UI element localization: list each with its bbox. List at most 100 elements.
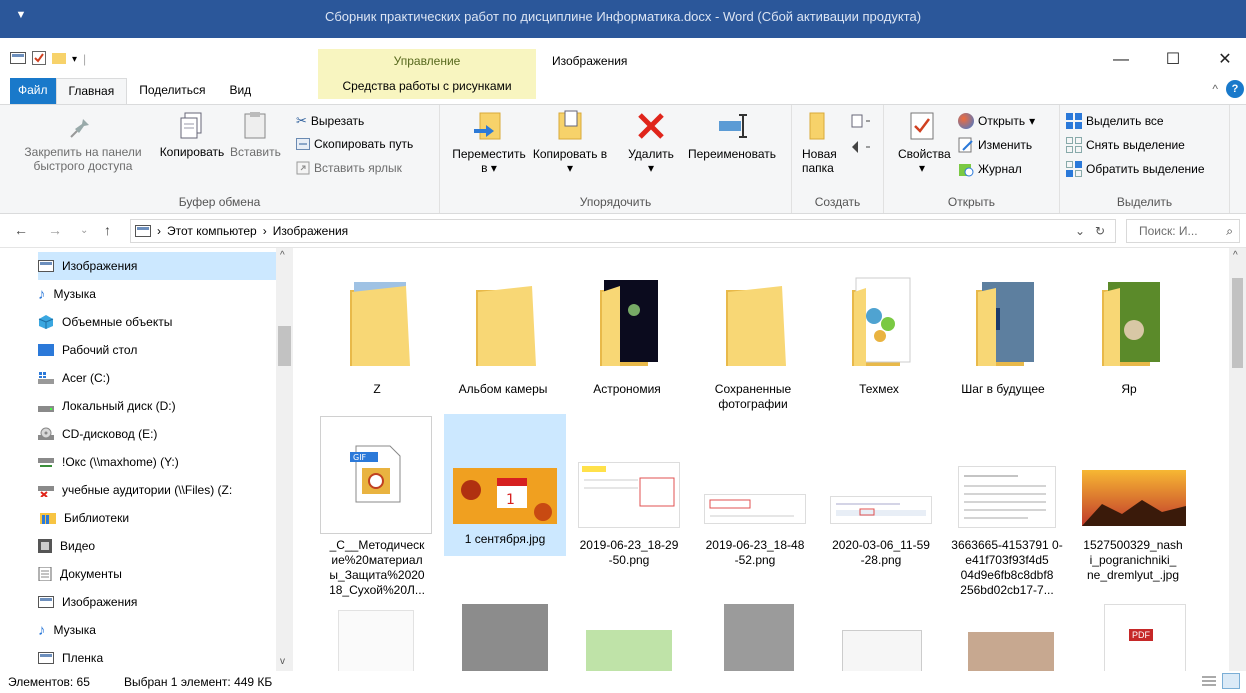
nav-item-drive-d[interactable]: Локальный диск (D:) [38,392,176,420]
nav-item-network-z[interactable]: учебные аудитории (\\Files) (Z: [38,476,232,504]
up-icon[interactable]: ↑ [104,222,111,238]
nav-item-3d-objects[interactable]: Объемные объекты [38,308,172,336]
nav-label: Документы [60,567,122,581]
search-input[interactable]: Поиск: И... ⌕ [1126,219,1240,243]
content-scroll-thumb[interactable] [1232,278,1243,368]
copy-button[interactable]: Копировать [154,109,230,159]
file-item[interactable]: 2019-06-23_18-29 -50.png [568,414,690,600]
nav-item-libraries[interactable]: Библиотеки [40,504,129,532]
tab-share[interactable]: Поделиться [127,78,217,104]
address-dropdown-icon[interactable]: ⌄ [1075,224,1085,238]
select-all-button[interactable]: Выделить все [1066,113,1164,129]
large-icons-view-icon[interactable] [1222,673,1240,689]
file-item-partial[interactable] [338,610,414,671]
folder-item[interactable]: Шаг в будущее [942,258,1064,408]
explorer-icon[interactable] [10,51,26,68]
paste-shortcut-button[interactable]: Вставить ярлык [296,161,402,175]
nav-scrollbar[interactable]: ^ v [276,248,293,671]
tab-home[interactable]: Главная [55,78,128,104]
file-item[interactable]: GIF _C__Методическ ие%20материал ы_Защит… [316,414,438,600]
tab-file[interactable]: Файл [10,78,56,104]
tab-picture-tools[interactable]: Средства работы с рисунками [318,79,536,93]
move-to-button[interactable]: Переместить в ▾ [448,109,530,175]
close-button[interactable]: ✕ [1210,50,1240,70]
nav-scroll-thumb[interactable] [278,326,291,366]
forward-icon[interactable]: → [48,222,62,238]
nav-item-desktop[interactable]: Рабочий стол [38,336,137,364]
nav-label: Пленка [62,651,104,665]
properties-button[interactable]: Свойства ▾ [898,109,951,175]
recent-locations-icon[interactable]: ⌄ [80,225,88,236]
folder-item[interactable]: Астрономия [566,258,688,408]
content-scrollbar[interactable]: ^ [1229,248,1246,671]
nav-label: !Окс (\\maxhome) (Y:) [62,455,179,469]
nav-item-network-y[interactable]: !Окс (\\maxhome) (Y:) [38,448,179,476]
address-bar[interactable]: › Этот компьютер › Изображения ⌄ ↻ [130,219,1116,243]
folder-item[interactable]: Сохраненные фотографии [692,258,814,411]
rename-button[interactable]: Переименовать [680,109,784,161]
nav-item-music[interactable]: ♪ Музыка [38,280,96,308]
nav-item-documents[interactable]: Документы [38,560,122,588]
file-item[interactable]: 1527500329_nash i_pogranichniki_ ne_drem… [1072,414,1194,600]
cut-button[interactable]: ✂ Вырезать [296,113,364,129]
folder-item[interactable]: Z [316,258,438,408]
paste-button[interactable]: Вставить [230,109,281,159]
details-view-icon[interactable] [1202,674,1216,691]
file-item-partial[interactable] [724,604,794,671]
maximize-button[interactable]: ☐ [1158,50,1188,70]
refresh-icon[interactable]: ↻ [1095,224,1105,238]
nav-item-pictures[interactable]: Изображения [38,252,276,280]
scroll-up-icon[interactable]: ^ [280,250,285,261]
collapse-ribbon-icon[interactable]: ^ [1212,82,1218,96]
folder-item[interactable]: Яр [1068,258,1190,408]
folder-item[interactable]: Альбом камеры [442,258,564,408]
folder-name: Яр [1121,382,1137,396]
history-button[interactable]: Журнал [958,161,1022,177]
nav-item-drive-c[interactable]: Acer (C:) [38,364,110,392]
pin-button[interactable]: Закрепить на панели быстрого доступа [8,109,158,173]
nav-item-video[interactable]: Видео [38,532,95,560]
nav-item-film[interactable]: Пленка [38,644,103,671]
file-item[interactable]: 2020-03-06_11-59 -28.png [820,414,942,600]
tab-strip: ▾ | Управление Средства работы с рисунка… [0,38,1246,104]
edit-button[interactable]: Изменить [958,137,1032,153]
photo-folder-icon [350,282,410,366]
invert-selection-button[interactable]: Обратить выделение [1066,161,1205,177]
scroll-up-icon[interactable]: ^ [1233,250,1238,261]
file-item-partial[interactable] [968,632,1054,671]
file-item[interactable]: 2019-06-23_18-48 -52.png [694,414,816,600]
copy-path-button[interactable]: Скопировать путь [296,137,413,151]
file-item-partial[interactable] [842,630,922,671]
open-button[interactable]: Открыть ▾ [958,113,1035,129]
libraries-icon [40,513,56,524]
new-item-button[interactable] [850,113,872,129]
folder-item[interactable]: Техмех [818,258,940,408]
file-item-partial[interactable] [462,604,548,671]
delete-button[interactable]: Удалить ▾ [620,109,682,175]
new-folder-button[interactable]: Новая папка [796,109,840,175]
easy-access-button[interactable] [850,139,872,155]
breadcrumb-pictures[interactable]: Изображения [273,224,348,238]
nav-item-library-pictures[interactable]: Изображения [38,588,137,616]
tab-view[interactable]: Вид [217,78,263,104]
copy-to-button[interactable]: Копировать в ▾ [532,109,608,175]
documents-icon [38,567,52,581]
file-item-selected[interactable]: 1 1 сентября.jpg [444,414,566,556]
back-icon[interactable]: ← [14,222,28,238]
breadcrumb-this-pc[interactable]: Этот компьютер [167,224,257,238]
pdf-file-icon[interactable]: PDF [1104,604,1186,671]
qat-dropdown-icon[interactable]: ▾ [72,54,77,65]
nav-item-library-music[interactable]: ♪ Музыка [38,616,96,644]
create-group-label: Создать [814,195,861,209]
properties-check-icon[interactable] [32,50,46,68]
selection-info: Выбран 1 элемент: 449 КБ [124,675,273,689]
select-none-button[interactable]: Снять выделение [1066,137,1185,153]
new-folder-qat-icon[interactable] [52,51,66,68]
file-item[interactable]: 3663665-4153791 0-e41f703f93f4d5 04d9e6f… [946,414,1068,600]
nav-item-cd-drive[interactable]: CD-дисковод (E:) [38,420,157,448]
scroll-down-icon[interactable]: v [280,656,285,667]
help-icon[interactable]: ? [1226,80,1244,98]
photo-folder-icon [600,280,658,366]
file-item-partial[interactable] [586,630,672,671]
minimize-button[interactable]: — [1106,50,1136,70]
